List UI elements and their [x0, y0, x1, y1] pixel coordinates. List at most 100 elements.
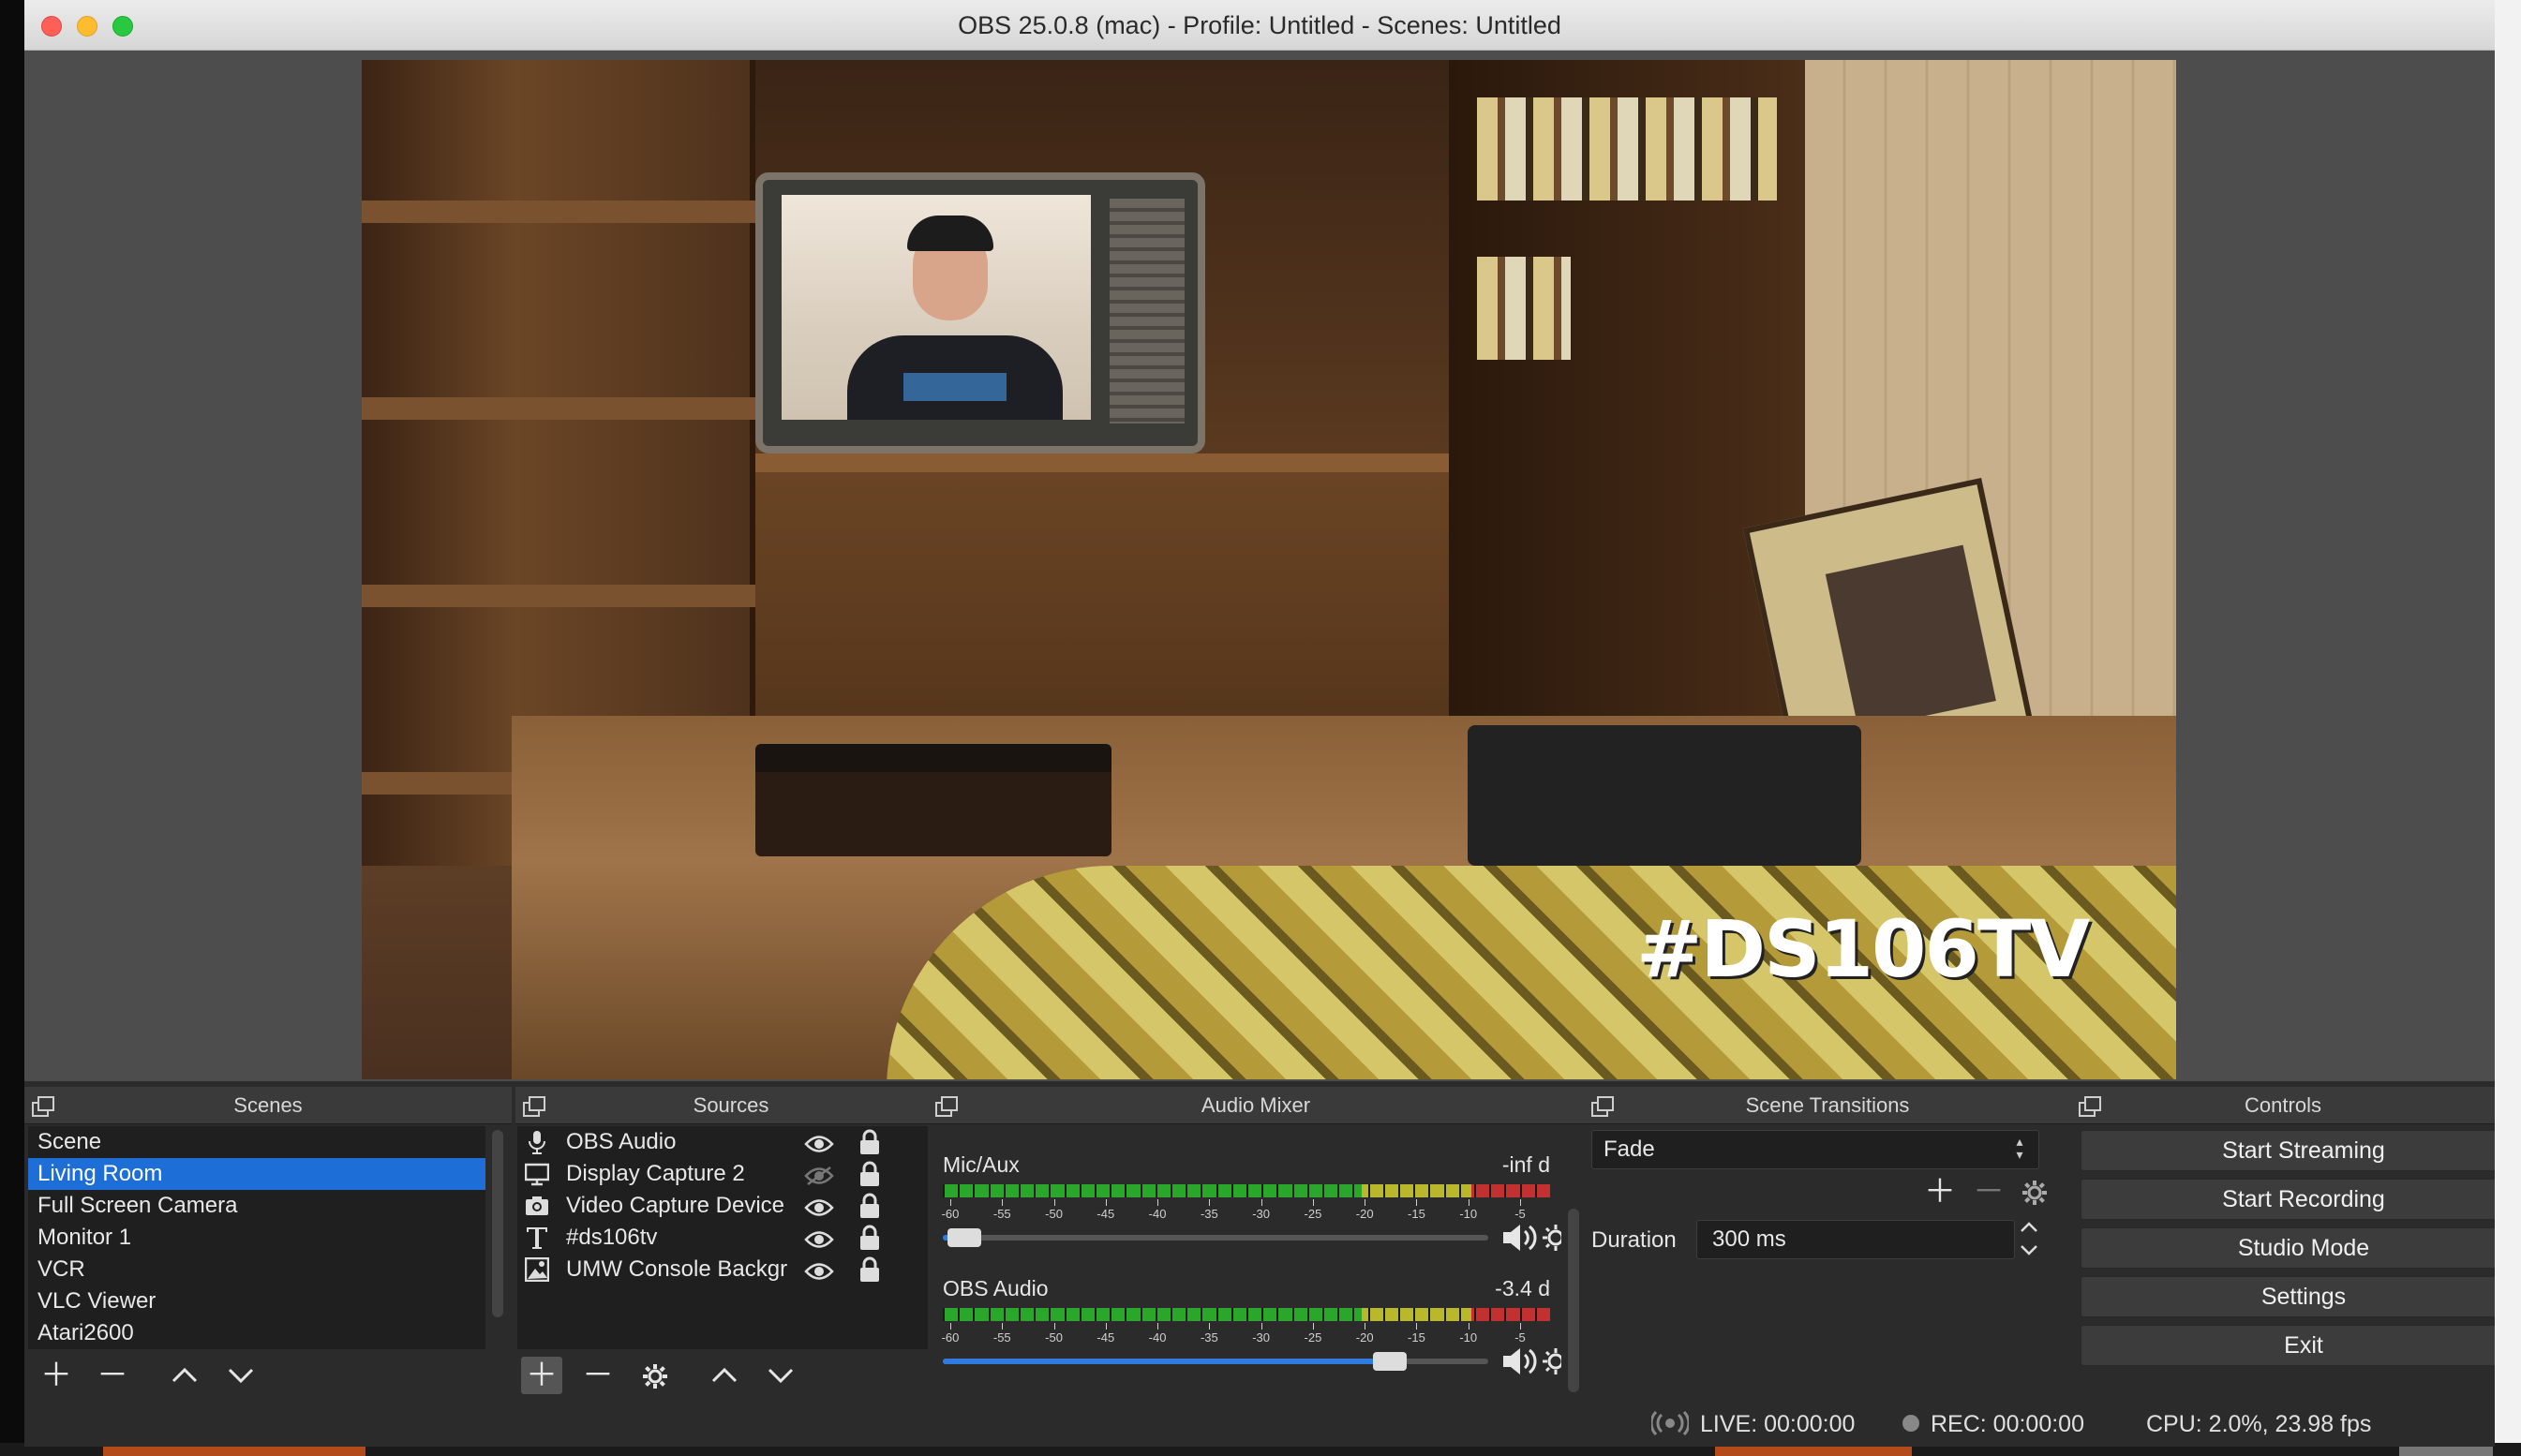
- status-bar: LIVE: 00:00:00 REC: 00:00:00 CPU: 2.0%, …: [24, 1400, 2495, 1447]
- updown-arrows-icon: ▴ ▾: [2016, 1134, 2023, 1162]
- window-title: OBS 25.0.8 (mac) - Profile: Untitled - S…: [958, 11, 1561, 39]
- tick-label: -5: [1514, 1207, 1526, 1221]
- lock-icon[interactable]: [858, 1129, 881, 1155]
- move-scene-up-button[interactable]: [163, 1357, 204, 1394]
- vhs-tapes: [1477, 97, 1777, 201]
- sources-dock: Sources OBS Audio Display Capture 2 Video …: [515, 1087, 947, 1398]
- eye-icon[interactable]: [804, 1259, 834, 1280]
- transition-properties-button[interactable]: [2013, 1173, 2054, 1211]
- scene-item[interactable]: Living Room: [28, 1158, 485, 1190]
- tick-label: -30: [1252, 1330, 1271, 1345]
- add-scene-button[interactable]: ＋: [36, 1357, 77, 1394]
- lock-icon[interactable]: [858, 1256, 881, 1283]
- remove-transition-button[interactable]: －: [1968, 1173, 2009, 1211]
- close-window-button[interactable]: [41, 16, 62, 37]
- source-name: UMW Console Background: [566, 1256, 787, 1282]
- tick-label: -60: [941, 1207, 960, 1221]
- source-item[interactable]: OBS Audio: [517, 1126, 945, 1158]
- exit-button[interactable]: Exit: [2081, 1325, 2495, 1366]
- source-item[interactable]: UMW Console Background: [517, 1254, 945, 1285]
- scenes-toolbar: ＋ －: [24, 1351, 512, 1398]
- microphone-icon: [525, 1130, 549, 1154]
- tick-label: -25: [1304, 1330, 1322, 1345]
- eye-icon[interactable]: [804, 1132, 834, 1152]
- image-icon: [524, 1256, 550, 1283]
- transition-select[interactable]: Fade ▴ ▾: [1591, 1130, 2039, 1169]
- chevron-down-icon: [228, 1368, 254, 1384]
- chevron-up-icon: [172, 1367, 198, 1383]
- eye-icon[interactable]: [804, 1196, 834, 1216]
- source-name: Display Capture 2: [566, 1161, 745, 1186]
- volume-slider[interactable]: [943, 1352, 1488, 1371]
- gear-icon: [2022, 1181, 2047, 1205]
- tick-label: -55: [992, 1207, 1011, 1221]
- remove-scene-button[interactable]: －: [92, 1357, 133, 1394]
- volume-handle[interactable]: [1373, 1352, 1408, 1371]
- scenes-dock: Scenes Scene Living Room Full Screen Camer…: [24, 1087, 512, 1398]
- scene-item[interactable]: Atari2600: [28, 1317, 485, 1349]
- mixer-scrollbar[interactable]: [1563, 1124, 1584, 1396]
- duration-value: 300 ms: [1712, 1226, 1786, 1252]
- remove-source-button[interactable]: －: [577, 1357, 619, 1394]
- cpu-fps: CPU: 2.0%, 23.98 fps: [2146, 1411, 2372, 1437]
- scene-item[interactable]: Monitor 1: [28, 1222, 485, 1254]
- move-source-up-button[interactable]: [703, 1357, 744, 1394]
- tick-label: -25: [1304, 1207, 1322, 1221]
- ds106tv-watermark: #DS106TV: [1636, 903, 2090, 995]
- channel-gear-icon[interactable]: [1541, 1345, 1564, 1377]
- minimize-window-button[interactable]: [77, 16, 97, 37]
- tick-label: -15: [1408, 1207, 1425, 1221]
- scenes-scrollbar[interactable]: [487, 1126, 508, 1349]
- source-properties-button[interactable]: [634, 1357, 675, 1394]
- scene-item[interactable]: Scene: [28, 1126, 485, 1158]
- game-console: [1468, 725, 1861, 866]
- start-streaming-button[interactable]: Start Streaming: [2081, 1130, 2495, 1171]
- sources-toolbar: ＋ －: [515, 1351, 947, 1398]
- program-preview[interactable]: #DS106TV: [362, 60, 2176, 1079]
- channel-db: -3.4 d: [1495, 1276, 1550, 1300]
- tick-label: -60: [941, 1330, 960, 1345]
- live-timer: LIVE: 00:00:00: [1700, 1411, 1856, 1437]
- eye-hidden-icon[interactable]: [804, 1164, 834, 1185]
- volume-slider[interactable]: [943, 1228, 1488, 1247]
- add-source-button[interactable]: ＋: [521, 1357, 562, 1394]
- source-item[interactable]: Display Capture 2: [517, 1158, 945, 1190]
- chevron-up-icon: [711, 1367, 738, 1383]
- duration-input[interactable]: 300 ms: [1696, 1220, 2015, 1259]
- duration-label: Duration: [1591, 1227, 1677, 1253]
- tick-label: -5: [1514, 1330, 1526, 1345]
- meter-scale: -60 -55 -50 -45 -40 -35 -30 -25 -20 -15 -10 -5: [928, 1323, 1584, 1351]
- tick-label: -35: [1200, 1330, 1218, 1345]
- channel-name: Mic/Aux: [943, 1152, 1020, 1177]
- settings-button[interactable]: Settings: [2081, 1276, 2495, 1317]
- move-source-down-button[interactable]: [759, 1357, 800, 1394]
- duration-stepper[interactable]: [2015, 1216, 2043, 1263]
- speaker-icon[interactable]: [1501, 1345, 1539, 1377]
- tick-label: -30: [1252, 1207, 1271, 1221]
- studio-mode-button[interactable]: Studio Mode: [2081, 1227, 2495, 1269]
- audio-mixer-title: Audio Mixer: [1201, 1093, 1311, 1117]
- add-transition-button[interactable]: ＋: [1919, 1173, 1961, 1211]
- source-item[interactable]: #ds106tv: [517, 1222, 945, 1254]
- lock-icon[interactable]: [858, 1225, 881, 1251]
- webcam-feed: [782, 195, 1091, 420]
- text-icon: [525, 1226, 549, 1250]
- scene-item[interactable]: VLC Viewer: [28, 1285, 485, 1317]
- eye-icon[interactable]: [804, 1227, 834, 1248]
- rec-timer: REC: 00:00:00: [1931, 1411, 2084, 1437]
- tick-label: -20: [1355, 1330, 1374, 1345]
- crt-television: [755, 172, 1205, 453]
- volume-handle[interactable]: [947, 1228, 982, 1247]
- start-recording-button[interactable]: Start Recording: [2081, 1179, 2495, 1220]
- stepper-arrows-icon: [2021, 1222, 2037, 1255]
- controls-dock: Controls Start Streaming Start Recording S…: [2071, 1087, 2495, 1396]
- obs-window: OBS 25.0.8 (mac) - Profile: Untitled - S…: [24, 0, 2495, 1447]
- lock-icon[interactable]: [858, 1193, 881, 1219]
- source-item[interactable]: Video Capture Device: [517, 1190, 945, 1222]
- scene-item[interactable]: Full Screen Camera: [28, 1190, 485, 1222]
- lock-icon[interactable]: [858, 1161, 881, 1187]
- zoom-window-button[interactable]: [112, 16, 133, 37]
- scene-item[interactable]: VCR: [28, 1254, 485, 1285]
- desktop-right-edge: [2495, 0, 2521, 1456]
- move-scene-down-button[interactable]: [219, 1357, 261, 1394]
